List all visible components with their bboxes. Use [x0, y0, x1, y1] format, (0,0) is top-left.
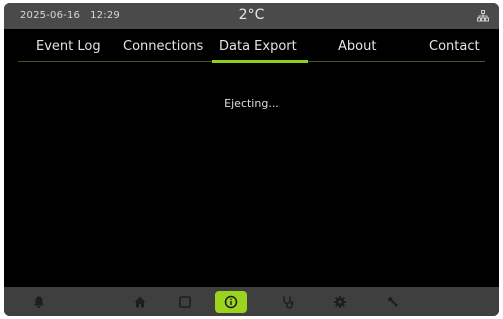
tab-bar: Event Log Connections Data Export About …	[4, 29, 499, 63]
network-icon	[477, 10, 489, 22]
bottom-nav	[4, 287, 499, 316]
nav-settings-button[interactable]	[329, 292, 351, 312]
home-icon	[134, 296, 146, 308]
status-bar: 2025-06-16 12:29 2°C	[4, 3, 499, 29]
bell-icon	[34, 296, 44, 308]
tab-about[interactable]: About	[338, 39, 376, 54]
nav-alarms-button[interactable]	[28, 292, 50, 312]
tab-event-log[interactable]: Event Log	[36, 39, 101, 54]
nav-home-button[interactable]	[129, 292, 151, 312]
content-area: Ejecting...	[4, 63, 499, 285]
stethoscope-icon	[283, 296, 294, 309]
nav-info-button[interactable]	[215, 291, 247, 313]
info-icon	[224, 295, 238, 309]
status-message: Ejecting...	[224, 97, 279, 110]
nav-screen-button[interactable]	[174, 292, 196, 312]
wrench-icon	[387, 296, 398, 307]
nav-service-button[interactable]	[382, 292, 404, 312]
square-icon	[179, 296, 191, 308]
gear-icon	[334, 296, 346, 308]
nav-diagnostics-button[interactable]	[277, 292, 299, 312]
tab-connections[interactable]: Connections	[123, 39, 203, 54]
device-screen: 2025-06-16 12:29 2°C Event Log Connection…	[4, 3, 499, 316]
status-temperature: 2°C	[238, 7, 265, 23]
tab-data-export[interactable]: Data Export	[219, 39, 297, 54]
tab-contact[interactable]: Contact	[429, 39, 480, 54]
